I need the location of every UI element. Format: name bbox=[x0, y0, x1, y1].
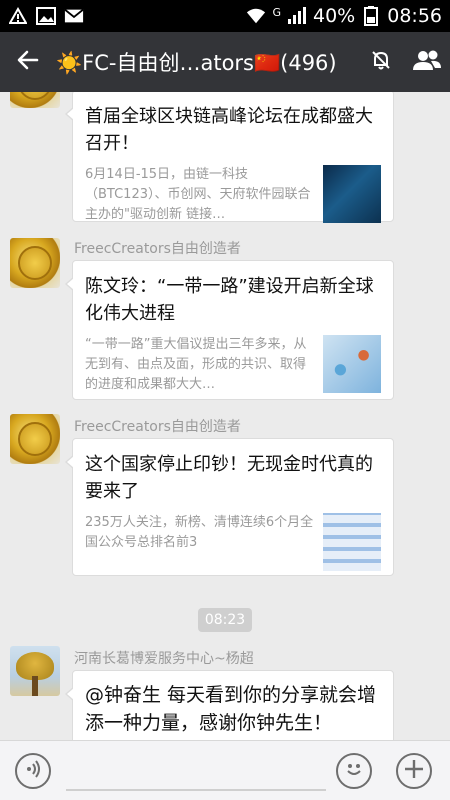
status-bar: G 40% 08:56 bbox=[0, 0, 450, 32]
avatar[interactable] bbox=[10, 414, 60, 464]
more-button[interactable] bbox=[396, 753, 432, 789]
sender-name: 河南长葛博爱服务中心~杨超 bbox=[74, 651, 254, 667]
emoji-icon bbox=[342, 757, 366, 785]
wifi-icon bbox=[246, 7, 266, 25]
input-bar bbox=[0, 740, 450, 800]
article-thumbnail bbox=[323, 335, 381, 393]
article-description: “一带一路”重大倡议提出三年多来，从无到有、由点及面，形成的共识、取得的进度和成… bbox=[85, 337, 307, 392]
sender-name: FreecCreators自由创造者 bbox=[74, 241, 241, 257]
back-button[interactable] bbox=[0, 32, 56, 92]
avatar[interactable] bbox=[10, 238, 60, 288]
voice-icon bbox=[24, 760, 42, 782]
group-members-button[interactable] bbox=[404, 32, 450, 92]
article-card[interactable]: 这个国家停止印钞！无现金时代真的要来了 235万人关注，新榜、清博连续6个月全国… bbox=[65, 438, 394, 576]
sender-name: FreecCreators自由创造者 bbox=[74, 419, 241, 435]
back-arrow-icon bbox=[17, 50, 39, 74]
signal-icon bbox=[287, 7, 307, 25]
network-type-label: G bbox=[272, 5, 281, 19]
battery-icon bbox=[361, 6, 381, 26]
group-members-icon bbox=[411, 48, 443, 76]
emoji-button[interactable] bbox=[336, 753, 372, 789]
article-title: 首届全球区块链高峰论坛在成都盛大召开！ bbox=[85, 106, 373, 154]
avatar[interactable] bbox=[10, 646, 60, 696]
chat-messages[interactable]: 首届全球区块链高峰论坛在成都盛大召开！ 6月14日-15日，由链一科技（BTC1… bbox=[0, 92, 450, 740]
timestamp: 08:23 bbox=[198, 608, 252, 632]
image-icon bbox=[36, 7, 56, 25]
message-input[interactable] bbox=[66, 753, 326, 791]
mute-button[interactable] bbox=[358, 32, 404, 92]
chat-title: ☀️FC-自由创…ators🇨🇳(496) bbox=[56, 51, 337, 75]
battery-percent: 40% bbox=[313, 5, 356, 27]
mail-icon bbox=[64, 7, 84, 25]
mute-bell-icon bbox=[370, 49, 392, 75]
article-description: 6月14日-15日，由链一科技（BTC123）、币创网、天府软件园联合主办的"驱… bbox=[85, 167, 311, 222]
article-card[interactable]: 陈文玲：“一带一路”建设开启新全球化伟大进程 “一带一路”重大倡议提出三年多来，… bbox=[65, 260, 394, 400]
voice-button[interactable] bbox=[15, 753, 51, 789]
article-thumbnail bbox=[323, 165, 381, 223]
chat-header: ☀️FC-自由创…ators🇨🇳(496) bbox=[0, 32, 450, 92]
article-card[interactable]: 首届全球区块链高峰论坛在成都盛大召开！ 6月14日-15日，由链一科技（BTC1… bbox=[65, 92, 394, 223]
article-thumbnail bbox=[323, 513, 381, 571]
text-message[interactable]: @钟奋生 每天看到你的分享就会增添一种力量，感谢你钟先生！ bbox=[65, 670, 394, 740]
article-title: 陈文玲：“一带一路”建设开启新全球化伟大进程 bbox=[85, 276, 374, 324]
alert-icon bbox=[8, 7, 28, 25]
clock: 08:56 bbox=[387, 5, 442, 27]
article-title: 这个国家停止印钞！无现金时代真的要来了 bbox=[85, 454, 373, 502]
avatar[interactable] bbox=[10, 92, 60, 108]
plus-icon bbox=[403, 758, 425, 784]
article-description: 235万人关注，新榜、清博连续6个月全国公众号总排名前3 bbox=[85, 515, 314, 550]
